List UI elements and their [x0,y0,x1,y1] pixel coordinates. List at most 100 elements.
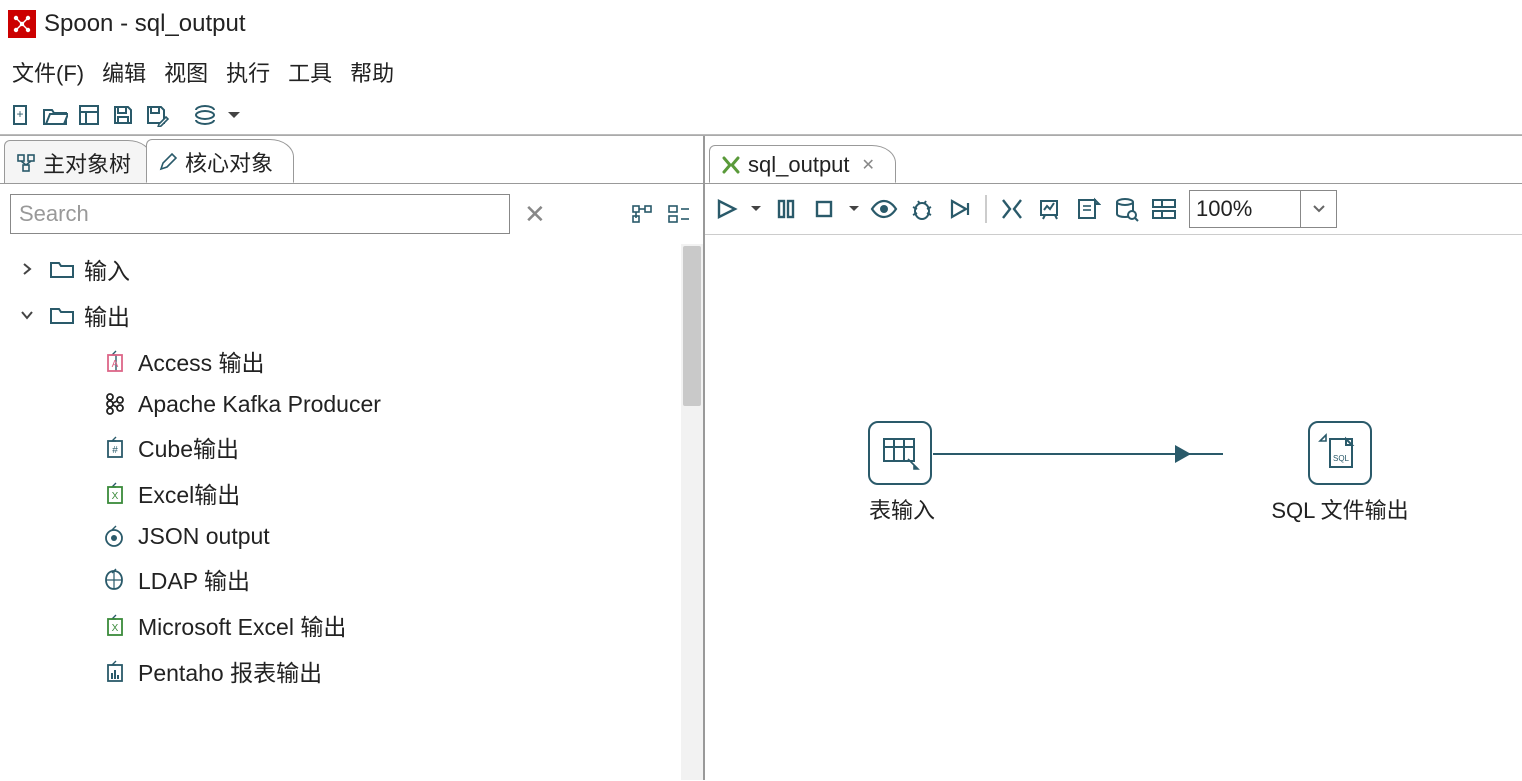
menu-help[interactable]: 帮助 [346,54,398,90]
impact-icon[interactable] [1033,192,1067,226]
svg-text:X: X [112,491,119,502]
step-access-label: Access 输出 [138,344,265,378]
tab-core-objects-label: 核心对象 [185,146,273,178]
zoom-selector[interactable]: 100% [1189,190,1337,228]
left-panel: 主对象树 核心对象 ✕ [0,136,705,780]
menu-run[interactable]: 执行 [222,54,274,90]
pencil-icon [157,151,179,173]
canvas-node-table-input-label: 表输入 [869,493,935,525]
folder-output[interactable]: 输出 [20,292,703,338]
svg-text:X: X [112,623,119,634]
database-explore-icon[interactable] [1109,192,1143,226]
step-ldap-label: LDAP 输出 [138,562,250,596]
canvas-node-table-input[interactable]: 表输入 [865,421,935,525]
zoom-value: 100% [1190,196,1300,222]
folder-icon [48,258,76,280]
transformation-canvas[interactable]: 表输入 SQL SQL 文件输出 [705,235,1522,780]
canvas-node-sql-file-output-label: SQL 文件输出 [1271,493,1408,525]
save-icon[interactable] [108,100,138,130]
excel-icon: X [100,479,128,507]
run-icon[interactable] [709,192,743,226]
save-as-icon[interactable] [142,100,172,130]
folder-output-label: 输出 [84,298,130,332]
stop-icon[interactable] [807,192,841,226]
folder-input[interactable]: 输入 [20,246,703,292]
replay-icon[interactable] [943,192,977,226]
step-cube-output[interactable]: # Cube输出 [100,424,703,470]
step-msexcel-output[interactable]: X Microsoft Excel 输出 [100,602,703,648]
expand-all-icon[interactable] [629,200,657,228]
tab-sql-output-label: sql_output [748,152,850,178]
tab-main-tree[interactable]: 主对象树 [4,140,152,183]
step-access-output[interactable]: A Access 输出 [100,338,703,384]
step-excel-label: Excel输出 [138,476,240,510]
chevron-down-icon [20,308,40,322]
folder-icon [48,304,76,326]
msexcel-icon: X [100,611,128,639]
chevron-right-icon [20,262,40,276]
output-children: A Access 输出 Apache Kafka Producer # [20,338,703,694]
tab-core-objects[interactable]: 核心对象 [146,139,294,183]
transformation-icon [720,154,742,176]
preview-icon[interactable] [867,192,901,226]
new-file-icon[interactable]: + [6,100,36,130]
step-ldap-output[interactable]: LDAP 输出 [100,556,703,602]
zoom-dropdown-icon[interactable] [1300,191,1336,227]
step-msexcel-label: Microsoft Excel 输出 [138,608,346,642]
search-row: ✕ [0,184,703,244]
window-title: Spoon - sql_output [44,10,245,38]
menu-file[interactable]: 文件(F) [8,54,88,90]
json-icon [100,522,128,550]
step-json-output[interactable]: JSON output [100,516,703,556]
close-tab-icon[interactable]: ✕ [862,155,875,175]
run-dropdown-icon[interactable] [747,192,765,226]
toolbar-separator [985,195,987,223]
access-icon: A [100,347,128,375]
search-input[interactable] [10,194,510,234]
step-excel-output[interactable]: X Excel输出 [100,470,703,516]
clear-search-icon[interactable]: ✕ [518,199,552,230]
dropdown-icon[interactable] [224,100,244,130]
debug-icon[interactable] [905,192,939,226]
tree-scrollbar[interactable] [681,244,703,780]
hop-arrow-icon [1175,445,1191,463]
main-area: 主对象树 核心对象 ✕ [0,135,1522,780]
menu-view[interactable]: 视图 [160,54,212,90]
verify-icon[interactable] [995,192,1029,226]
step-json-label: JSON output [138,523,270,550]
tab-main-tree-label: 主对象树 [43,147,131,179]
step-kafka-producer[interactable]: Apache Kafka Producer [100,384,703,424]
menu-edit[interactable]: 编辑 [98,54,150,90]
sql-icon[interactable] [1071,192,1105,226]
explore-icon[interactable] [74,100,104,130]
svg-text:SQL: SQL [1333,454,1350,463]
tree-icon [15,152,37,174]
cube-icon: # [100,433,128,461]
left-tabs: 主对象树 核心对象 [0,136,703,184]
svg-text:#: # [112,445,118,456]
right-panel: sql_output ✕ [705,136,1522,780]
canvas-node-sql-file-output[interactable]: SQL SQL 文件输出 [1305,421,1375,525]
show-results-icon[interactable] [1147,192,1181,226]
stop-dropdown-icon[interactable] [845,192,863,226]
tab-sql-output[interactable]: sql_output ✕ [709,145,896,183]
menu-tools[interactable]: 工具 [284,54,336,90]
canvas-toolbar: 100% [705,184,1522,235]
menubar: 文件(F) 编辑 视图 执行 工具 帮助 [0,48,1522,96]
open-file-icon[interactable] [40,100,70,130]
folder-input-label: 输入 [84,252,130,286]
collapse-all-icon[interactable] [665,200,693,228]
editor-tabs: sql_output ✕ [705,136,1522,184]
svg-text:A: A [112,359,119,370]
pentaho-icon [100,657,128,685]
titlebar: Spoon - sql_output [0,0,1522,48]
steps-tree: 输入 输出 A Access 输出 [0,244,703,696]
step-kafka-label: Apache Kafka Producer [138,391,381,418]
ldap-icon [100,565,128,593]
step-pentaho-label: Pentaho 报表输出 [138,654,322,688]
pause-icon[interactable] [769,192,803,226]
app-icon [8,10,36,38]
scrollbar-thumb[interactable] [683,246,701,406]
perspective-icon[interactable] [190,100,220,130]
step-pentaho-report-output[interactable]: Pentaho 报表输出 [100,648,703,694]
